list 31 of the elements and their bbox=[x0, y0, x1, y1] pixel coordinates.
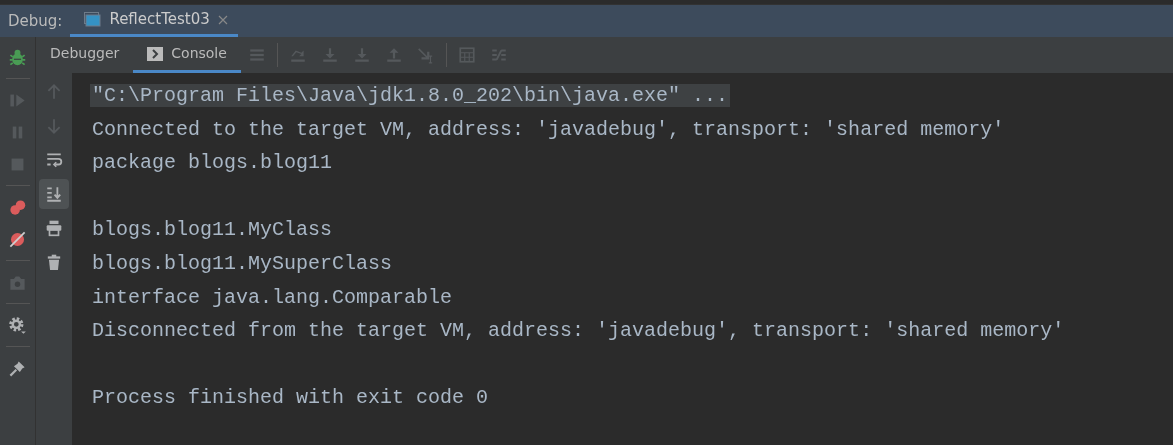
console-line: interface java.lang.Comparable bbox=[91, 285, 454, 309]
printer-icon bbox=[45, 219, 63, 237]
close-icon[interactable] bbox=[217, 14, 228, 25]
console-line: blogs.blog11.MyClass bbox=[91, 218, 334, 242]
console-line: Disconnected from the target VM, address: 'javadebug', transport: 'shared memory' bbox=[91, 319, 1066, 343]
gear-icon bbox=[8, 315, 27, 335]
arrow-up-icon bbox=[45, 83, 63, 101]
trash-icon bbox=[45, 253, 63, 271]
scroll-to-end-icon bbox=[45, 185, 63, 203]
step-out-icon bbox=[384, 46, 403, 64]
menu-icon bbox=[247, 46, 266, 64]
scroll-to-end-button[interactable] bbox=[39, 179, 69, 209]
bug-icon bbox=[8, 47, 27, 67]
soft-wrap-icon bbox=[45, 151, 63, 169]
window-icon bbox=[84, 12, 102, 27]
cursor-arrow-icon bbox=[416, 46, 435, 64]
console-line: Connected to the target VM, address: 'javadebug', transport: 'shared memory' bbox=[91, 117, 1006, 141]
view-tab[interactable]: Console bbox=[133, 37, 241, 73]
breakpoints-icon bbox=[8, 197, 27, 217]
console-icon bbox=[147, 46, 164, 61]
debug-label: Debug: bbox=[7, 10, 64, 32]
session-title: ReflectTest03 bbox=[109, 9, 210, 31]
step-into-icon bbox=[320, 46, 339, 64]
calculator-icon bbox=[457, 46, 476, 64]
arrow-down-icon bbox=[45, 117, 63, 135]
step-into-icon bbox=[352, 46, 371, 64]
console-line: package blogs.blog11 bbox=[91, 151, 334, 175]
muted-breakpoint-icon bbox=[8, 229, 27, 249]
console-line: blogs.blog11.MySuperClass bbox=[91, 251, 394, 275]
view-tab[interactable]: Debugger bbox=[36, 37, 134, 73]
console-line: Process finished with exit code 0 bbox=[91, 386, 490, 410]
